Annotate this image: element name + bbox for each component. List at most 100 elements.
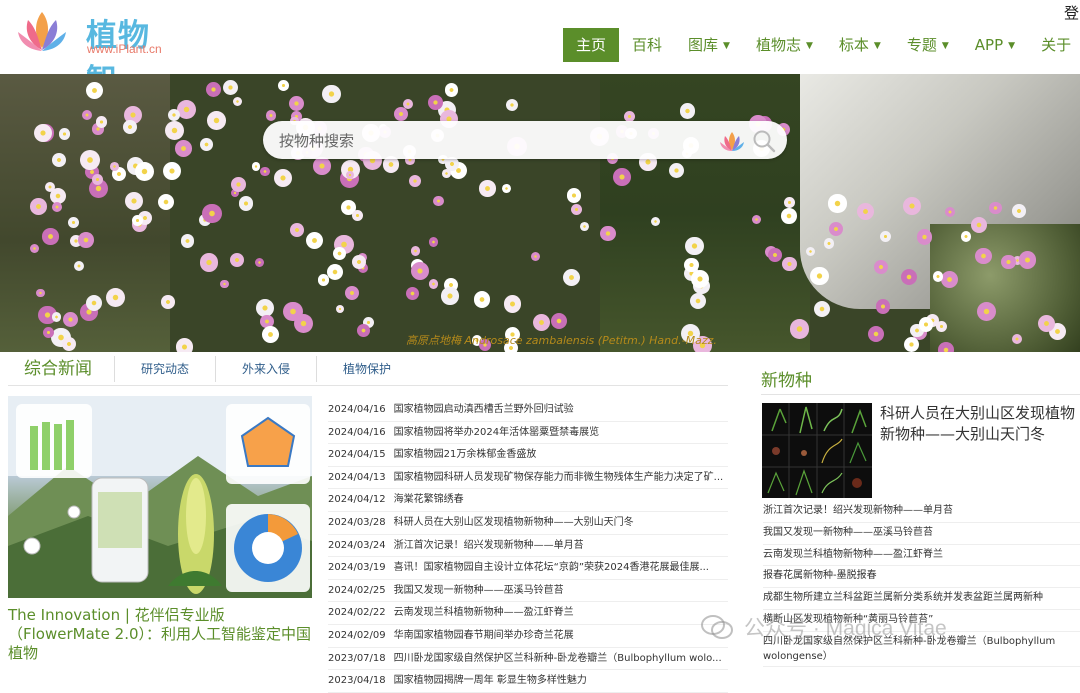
- news-title[interactable]: 国家植物园将举办2024年活体罂粟暨禁毒展览: [394, 427, 599, 438]
- news-title[interactable]: 国家植物园启动滇西槽舌兰野外回归试验: [394, 404, 574, 415]
- news-item[interactable]: 2023/04/18 国家植物园揭牌一周年 彰显生物多样性魅力: [328, 670, 728, 693]
- flower-blossom: [784, 197, 795, 209]
- news-title[interactable]: 我国又发现一新物种——巫溪马铃苣苔: [394, 585, 564, 596]
- news-item[interactable]: 2024/04/12 海棠花繁锦绣春: [328, 489, 728, 512]
- new-species-item[interactable]: 我国又发现一新物种——巫溪马铃苣苔: [763, 523, 1080, 545]
- news-item[interactable]: 2024/04/15 国家植物园21万余株郁金香盛放: [328, 444, 728, 467]
- flower-blossom: [406, 287, 419, 300]
- news-date: 2023/04/18: [328, 675, 386, 687]
- flower-blossom: [782, 256, 797, 272]
- site-header: 植物智 www.iPlant.cn 登 主页 百科 图库 ▼ 植物志 ▼ 标本 ▼ 专…: [0, 0, 1080, 99]
- news-title[interactable]: 国家植物园揭牌一周年 彰显生物多样性魅力: [394, 675, 587, 686]
- flower-blossom: [974, 247, 992, 265]
- nav-flora[interactable]: 植物志 ▼: [743, 28, 826, 62]
- news-date: 2024/02/22: [328, 607, 386, 619]
- flower-blossom: [220, 279, 230, 289]
- caret-down-icon: ▼: [1008, 40, 1016, 51]
- news-tabs: 综合新闻 研究动态 外来入侵 植物保护: [8, 356, 728, 384]
- flower-blossom: [352, 209, 363, 221]
- new-species-item[interactable]: 报春花属新物种-墨脱报春: [763, 566, 1080, 589]
- flower-blossom: [550, 312, 568, 330]
- flower-blossom: [79, 150, 100, 171]
- news-title[interactable]: 华南国家植物园春节期间举办珍奇兰花展: [394, 630, 574, 641]
- nav-topics-label: 专题: [906, 36, 937, 54]
- news-date: 2024/03/28: [328, 516, 386, 528]
- flower-blossom: [613, 167, 632, 186]
- search-icon[interactable]: [751, 128, 777, 154]
- flower-blossom: [944, 206, 955, 217]
- flower-blossom: [105, 287, 126, 307]
- nav-home[interactable]: 主页: [563, 28, 620, 62]
- feature-news-title[interactable]: The Innovation | 花伴侣专业版（FlowerMate 2.0）：…: [8, 606, 318, 663]
- flower-blossom: [444, 83, 459, 97]
- tab-general-news[interactable]: 综合新闻: [8, 356, 115, 382]
- login-link[interactable]: 登: [1064, 2, 1079, 23]
- flower-blossom: [109, 162, 119, 171]
- nav-about[interactable]: 关于: [1028, 28, 1080, 62]
- news-item[interactable]: 2023/07/18 四川卧龙国家级自然保护区兰科新种-卧龙卷瓣兰（Bulboph…: [328, 648, 728, 671]
- news-title[interactable]: 国家植物园科研人员发现矿物保存能力而非微生物残体生产能力决定了矿...: [394, 472, 724, 483]
- new-species-feature-title[interactable]: 科研人员在大别山区发现植物新物种——大别山天门冬: [880, 403, 1080, 445]
- species-search-input[interactable]: [279, 129, 699, 153]
- nav-encyclopedia[interactable]: 百科: [619, 28, 675, 62]
- new-species-item[interactable]: 浙江首次记录！绍兴发现新物种——单月苔: [763, 501, 1080, 523]
- news-date: 2024/03/24: [328, 539, 386, 551]
- new-species-heading[interactable]: 新物种: [761, 366, 812, 391]
- new-species-divider: [761, 394, 1080, 395]
- flower-blossom: [506, 98, 519, 111]
- new-species-item[interactable]: 云南发现兰科植物新物种——盈江虾脊兰: [763, 545, 1080, 567]
- flower-blossom: [254, 258, 265, 268]
- flower-blossom: [205, 82, 221, 98]
- news-item[interactable]: 2024/02/09 华南国家植物园春节期间举办珍奇兰花展: [328, 625, 728, 648]
- flower-blossom: [429, 279, 439, 289]
- hero-banner: 高原点地梅 Androsace zambalensis (Petitm.) Ha…: [0, 74, 1080, 352]
- flower-blossom: [200, 138, 213, 151]
- flower-blossom: [164, 121, 184, 141]
- news-title[interactable]: 喜讯！国家植物园自主设计立体花坛“京韵”荣获2024香港花展最佳展...: [394, 562, 709, 573]
- news-item[interactable]: 2024/03/19 喜讯！国家植物园自主设计立体花坛“京韵”荣获2024香港花展…: [328, 557, 728, 580]
- nav-specimen[interactable]: 标本 ▼: [826, 28, 894, 62]
- nav-app[interactable]: APP ▼: [962, 28, 1028, 62]
- flower-blossom: [177, 100, 197, 120]
- feature-news-image[interactable]: [8, 396, 312, 598]
- news-title[interactable]: 国家植物园21万余株郁金香盛放: [394, 449, 537, 460]
- news-title[interactable]: 云南发现兰科植物新物种——盈江虾脊兰: [394, 607, 574, 618]
- caret-down-icon: ▼: [805, 40, 813, 51]
- news-title[interactable]: 海棠花繁锦绣春: [394, 494, 464, 505]
- news-date: 2024/02/09: [328, 629, 386, 641]
- nav-gallery[interactable]: 图库 ▼: [675, 28, 743, 62]
- news-item[interactable]: 2024/04/16 国家植物园将举办2024年活体罂粟暨禁毒展览: [328, 422, 728, 445]
- flower-blossom: [410, 246, 421, 256]
- flower-blossom: [306, 231, 324, 249]
- news-item[interactable]: 2024/04/16 国家植物园启动滇西槽舌兰野外回归试验: [328, 399, 728, 422]
- nav-topics[interactable]: 专题 ▼: [894, 28, 962, 62]
- flower-blossom: [222, 79, 238, 96]
- flower-blossom: [600, 225, 616, 242]
- flower-blossom: [874, 259, 889, 274]
- tab-protection[interactable]: 植物保护: [317, 356, 417, 382]
- specimen-grid-image: [762, 403, 872, 498]
- news-item[interactable]: 2024/04/13 国家植物园科研人员发现矿物保存能力而非微生物残体生产能力决定…: [328, 467, 728, 490]
- news-item[interactable]: 2024/02/25 我国又发现一新物种——巫溪马铃苣苔: [328, 580, 728, 603]
- news-title[interactable]: 科研人员在大别山区发现植物新物种——大别山天门冬: [394, 517, 634, 528]
- flower-blossom: [161, 295, 175, 309]
- news-item[interactable]: 2024/03/24 浙江首次记录！绍兴发现新物种——单月苔: [328, 535, 728, 558]
- news-title[interactable]: 浙江首次记录！绍兴发现新物种——单月苔: [394, 540, 584, 551]
- news-title[interactable]: 四川卧龙国家级自然保护区兰科新种-卧龙卷瓣兰（Bulbophyllum wolo…: [394, 653, 722, 664]
- flower-blossom: [168, 108, 181, 121]
- flower-blossom: [134, 161, 154, 181]
- tab-invasive[interactable]: 外来入侵: [216, 356, 318, 382]
- flower-blossom: [42, 228, 59, 245]
- new-species-image[interactable]: [762, 403, 872, 498]
- new-species-item[interactable]: 成都生物所建立兰科盆距兰属新分类系统并发表盆距兰属两新种: [763, 588, 1080, 610]
- nav-about-label: 关于: [1041, 36, 1072, 54]
- nav-home-label: 主页: [576, 36, 607, 54]
- flower-blossom: [562, 269, 581, 287]
- tab-research[interactable]: 研究动态: [115, 356, 217, 382]
- hero-photo-caption[interactable]: 高原点地梅 Androsace zambalensis (Petitm.) Ha…: [406, 332, 717, 348]
- flower-blossom: [580, 221, 590, 231]
- news-item[interactable]: 2024/03/28 科研人员在大别山区发现植物新物种——大别山天门冬: [328, 512, 728, 535]
- news-item[interactable]: 2024/02/22 云南发现兰科植物新物种——盈江虾脊兰: [328, 602, 728, 625]
- site-logo[interactable]: 植物智 www.iPlant.cn: [14, 6, 164, 99]
- tabs-divider: [8, 385, 728, 386]
